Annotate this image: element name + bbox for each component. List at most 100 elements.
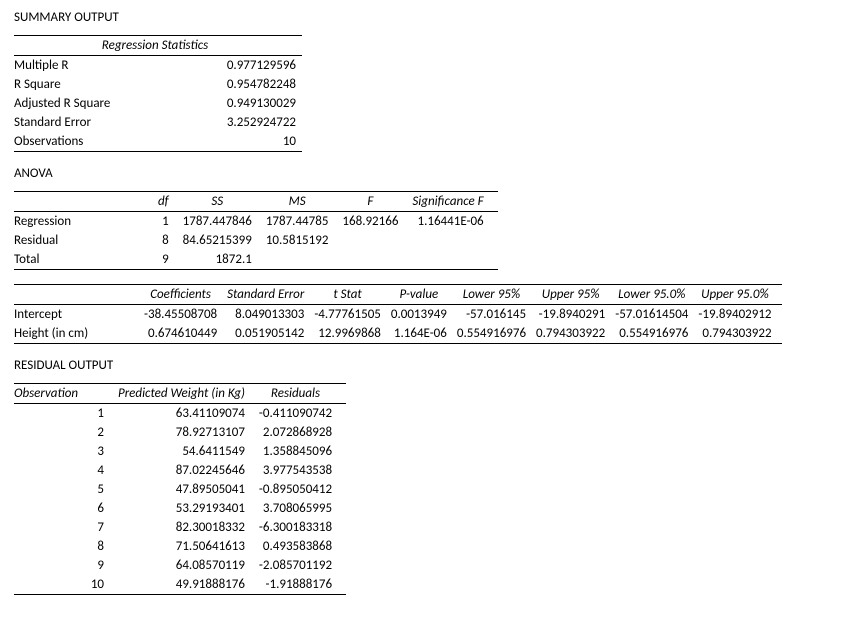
resid-obs: 3 (14, 442, 118, 461)
anova-section: ANOVA df SS MS F Significance F Regressi… (14, 166, 851, 270)
stats-row: Multiple R0.977129596 (14, 56, 302, 76)
anova-df: 8 (158, 231, 183, 250)
residual-output-title: RESIDUAL OUTPUT (14, 358, 851, 373)
residual-table: Observation Predicted Weight (in Kg) Res… (14, 383, 346, 595)
anova-row: Residual 8 84.65215399 10.5815192 (14, 231, 498, 250)
anova-header-ms: MS (266, 192, 343, 212)
coef-l950: -57.01614504 (615, 305, 698, 325)
stats-row: Adjusted R Square0.949130029 (14, 94, 302, 113)
coef-row: Intercept -38.45508708 8.049013303 -4.77… (14, 305, 782, 325)
resid-row: 1049.91888176-1.91888176 (14, 575, 346, 595)
resid-row: 487.022456463.977543538 (14, 461, 346, 480)
coefficients-table: Coefficients Standard Error t Stat P-val… (14, 284, 782, 344)
coef-pvalue: 1.164E-06 (391, 324, 457, 344)
resid-pred: 63.41109074 (118, 404, 259, 424)
stats-value: 0.954782248 (180, 75, 302, 94)
stats-value: 0.977129596 (180, 56, 302, 76)
resid-pred: 78.92713107 (118, 423, 259, 442)
coef-header-l950: Lower 95.0% (615, 285, 698, 305)
stats-label: Adjusted R Square (14, 94, 180, 113)
coef-coefficients: -38.45508708 (144, 305, 227, 325)
resid-pred: 64.08570119 (118, 556, 259, 575)
coef-tstat: -4.77761505 (314, 305, 391, 325)
anova-header-sigf: Significance F (412, 192, 497, 212)
resid-res: -0.895050412 (259, 480, 346, 499)
resid-obs: 6 (14, 499, 118, 518)
coef-header-u95: Upper 95% (536, 285, 615, 305)
stats-row: R Square0.954782248 (14, 75, 302, 94)
anova-header-ss: SS (183, 192, 266, 212)
resid-obs: 8 (14, 537, 118, 556)
resid-res: 3.977543538 (259, 461, 346, 480)
coef-stderr: 0.051905142 (227, 324, 314, 344)
regression-stats-title: Regression Statistics (14, 36, 302, 56)
anova-label: Regression (14, 212, 158, 232)
resid-pred: 49.91888176 (118, 575, 259, 595)
stats-label: R Square (14, 75, 180, 94)
coef-pvalue: 0.0013949 (391, 305, 457, 325)
summary-output-title: SUMMARY OUTPUT (14, 10, 851, 25)
coef-label: Intercept (14, 305, 144, 325)
resid-pred: 71.50641613 (118, 537, 259, 556)
resid-obs: 1 (14, 404, 118, 424)
anova-df: 9 (158, 250, 183, 270)
anova-sigf (412, 250, 497, 270)
resid-header-pred: Predicted Weight (in Kg) (118, 384, 259, 404)
coef-u95: -19.8940291 (536, 305, 615, 325)
resid-res: 1.358845096 (259, 442, 346, 461)
anova-header-blank (14, 192, 158, 212)
resid-res: -0.411090742 (259, 404, 346, 424)
resid-pred: 87.02245646 (118, 461, 259, 480)
coef-u950: 0.794303922 (698, 324, 781, 344)
coef-header-stderr: Standard Error (227, 285, 314, 305)
resid-obs: 4 (14, 461, 118, 480)
anova-f (342, 231, 412, 250)
anova-ms: 10.5815192 (266, 231, 343, 250)
resid-obs: 10 (14, 575, 118, 595)
resid-pred: 54.6411549 (118, 442, 259, 461)
coef-u95: 0.794303922 (536, 324, 615, 344)
anova-ss: 84.65215399 (183, 231, 266, 250)
resid-res: -2.085701192 (259, 556, 346, 575)
stats-label: Standard Error (14, 113, 180, 132)
coef-header-l95: Lower 95% (457, 285, 536, 305)
stats-row: Standard Error3.252924722 (14, 113, 302, 132)
anova-row: Regression 1 1787.447846 1787.44785 168.… (14, 212, 498, 232)
anova-header-df: df (158, 192, 183, 212)
resid-row: 354.64115491.358845096 (14, 442, 346, 461)
stats-value: 10 (180, 132, 302, 152)
anova-f: 168.92166 (342, 212, 412, 232)
resid-pred: 47.89505041 (118, 480, 259, 499)
anova-title: ANOVA (14, 166, 851, 181)
coef-l95: 0.554916976 (457, 324, 536, 344)
anova-f (342, 250, 412, 270)
resid-obs: 7 (14, 518, 118, 537)
resid-header-obs: Observation (14, 384, 118, 404)
coef-header-coefficients: Coefficients (144, 285, 227, 305)
resid-row: 547.89505041-0.895050412 (14, 480, 346, 499)
anova-header-f: F (342, 192, 412, 212)
anova-label: Total (14, 250, 158, 270)
anova-ms: 1787.44785 (266, 212, 343, 232)
resid-res: -6.300183318 (259, 518, 346, 537)
residual-output-section: RESIDUAL OUTPUT Observation Predicted We… (14, 358, 851, 595)
resid-row: 278.927131072.072868928 (14, 423, 346, 442)
resid-obs: 5 (14, 480, 118, 499)
coef-coefficients: 0.674610449 (144, 324, 227, 344)
coef-l950: 0.554916976 (615, 324, 698, 344)
coef-tstat: 12.9969868 (314, 324, 391, 344)
anova-ms (266, 250, 343, 270)
coef-stderr: 8.049013303 (227, 305, 314, 325)
coefficients-section: Coefficients Standard Error t Stat P-val… (14, 284, 851, 344)
coef-header-blank (14, 285, 144, 305)
anova-ss: 1787.447846 (183, 212, 266, 232)
anova-df: 1 (158, 212, 183, 232)
coef-l95: -57.016145 (457, 305, 536, 325)
resid-res: -1.91888176 (259, 575, 346, 595)
resid-pred: 82.30018332 (118, 518, 259, 537)
regression-stats-table: Regression Statistics Multiple R0.977129… (14, 35, 302, 152)
coef-header-tstat: t Stat (314, 285, 391, 305)
anova-row: Total 9 1872.1 (14, 250, 498, 270)
coef-row: Height (in cm) 0.674610449 0.051905142 1… (14, 324, 782, 344)
stats-row: Observations10 (14, 132, 302, 152)
